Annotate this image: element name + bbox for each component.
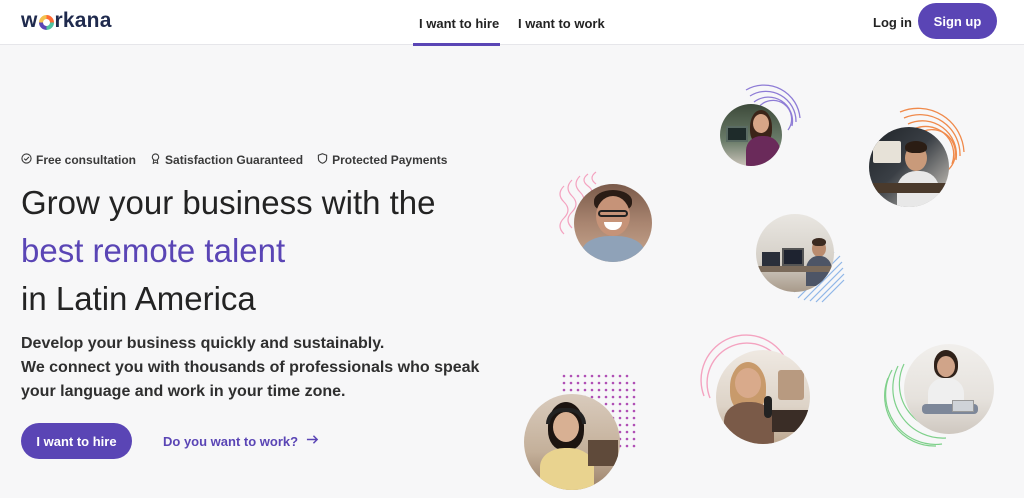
logo-o-icon <box>38 14 54 30</box>
work-cta-label: Do you want to work? <box>163 433 299 449</box>
work-cta-link[interactable]: Do you want to work? <box>163 433 319 449</box>
signup-button[interactable]: Sign up <box>918 3 997 39</box>
photo-woman-at-desk <box>710 84 801 172</box>
tab-i-want-to-hire[interactable]: I want to hire <box>419 16 499 31</box>
subtext-line-1: Develop your business quickly and sustai… <box>21 335 385 352</box>
feature-label: Free consultation <box>36 153 137 167</box>
workana-logo[interactable]: w rkana <box>21 9 112 33</box>
subtext-line-2: We connect you with thousands of profess… <box>21 359 480 376</box>
hire-cta-button[interactable]: I want to hire <box>21 423 132 459</box>
woman-with-headphones-photo <box>524 394 620 490</box>
photo-man-at-computer <box>752 212 846 304</box>
feature-badges: Free consultation Satisfaction Guarantee… <box>21 153 447 167</box>
woman-at-desk-photo <box>720 104 782 166</box>
logo-text-suffix: rkana <box>54 9 112 32</box>
feature-protected-payments: Protected Payments <box>317 153 447 167</box>
feature-free-consultation: Free consultation <box>21 153 136 167</box>
login-link[interactable]: Log in <box>873 15 912 30</box>
headline-line-1: Grow your business with the <box>21 184 436 221</box>
feature-satisfaction-guaranteed: Satisfaction Guaranteed <box>150 153 303 167</box>
shield-icon <box>317 153 328 167</box>
headline-line-3: in Latin America <box>21 280 256 317</box>
photo-woman-on-floor-laptop <box>884 340 998 448</box>
photo-woman-with-microphone <box>700 334 814 444</box>
logo-text-prefix: w <box>21 9 38 32</box>
smiling-man-glasses-photo <box>574 184 652 262</box>
photo-smiling-man-glasses <box>558 170 658 266</box>
photo-woman-with-headphones <box>520 372 644 496</box>
photo-man-with-headset <box>866 107 966 212</box>
top-navbar: w rkana I want to hire I want to work Log… <box>0 0 1024 46</box>
man-at-computer-photo <box>756 214 834 292</box>
woman-with-microphone-photo <box>716 350 810 444</box>
subtext-line-3: your language and work in your time zone… <box>21 383 346 400</box>
arrow-right-icon <box>306 433 319 449</box>
tab-i-want-to-work[interactable]: I want to work <box>518 16 605 31</box>
hero-subtext: Develop your business quickly and sustai… <box>21 332 501 404</box>
award-icon <box>150 153 161 167</box>
man-with-headset-photo <box>869 127 949 207</box>
feature-label: Satisfaction Guaranteed <box>165 153 304 167</box>
check-circle-icon <box>21 153 32 167</box>
headline-highlight: best remote talent <box>21 232 286 269</box>
hero-headline: Grow your business with the best remote … <box>21 179 541 323</box>
active-tab-indicator <box>413 43 500 46</box>
woman-on-floor-laptop-photo <box>904 344 994 434</box>
feature-label: Protected Payments <box>332 153 448 167</box>
